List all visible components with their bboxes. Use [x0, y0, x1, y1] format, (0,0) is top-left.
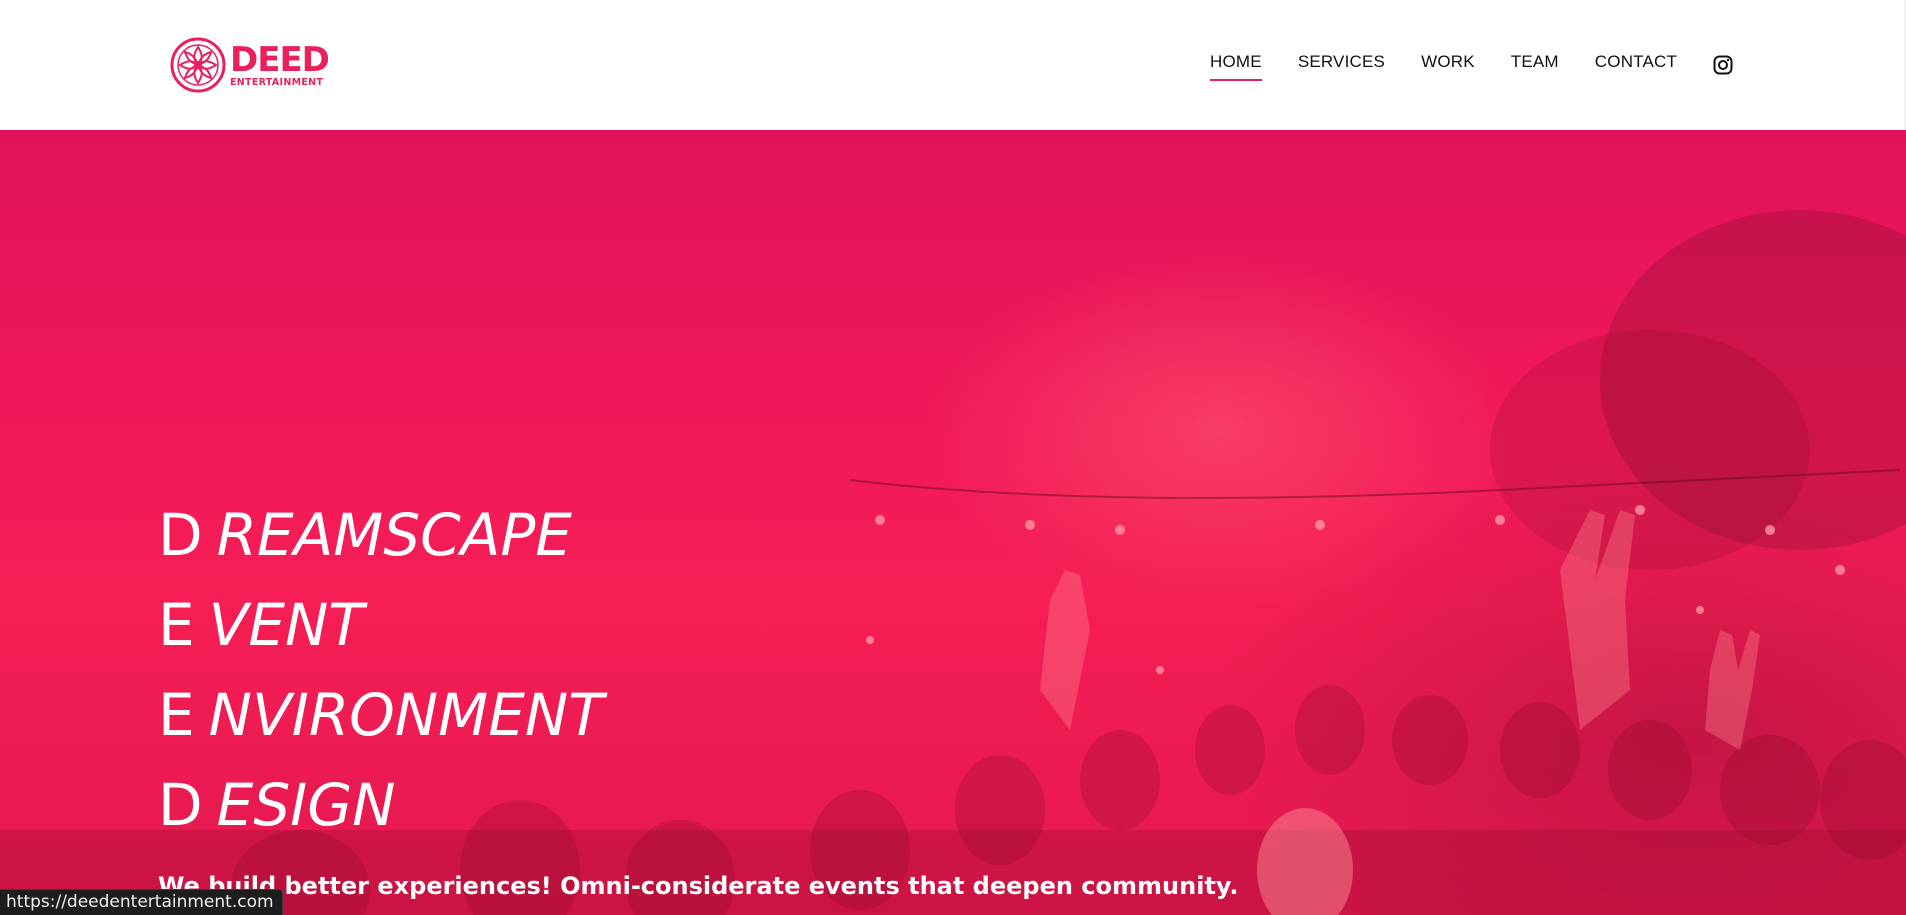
hero-section: D REAMSCAPE E VENT E NVIRONMENT D ESIGN We b…: [0, 130, 1906, 915]
brand-subtitle: ENTERTAINMENT: [230, 76, 324, 88]
site-header: DEED ENTERTAINMENT HOME SERVICES WORK TE…: [0, 0, 1904, 130]
acronym-word: ESIGN: [216, 771, 396, 839]
acronym-initial: D: [158, 771, 203, 839]
acronym-line: D REAMSCAPE: [158, 490, 604, 580]
acronym-line: D ESIGN: [158, 760, 604, 850]
nav-home[interactable]: HOME: [1210, 52, 1262, 81]
hero-tagline: We build better experiences! Omni-consid…: [158, 872, 1239, 900]
mandala-logo-icon: [170, 37, 226, 93]
nav-services[interactable]: SERVICES: [1298, 52, 1385, 72]
instagram-icon[interactable]: [1713, 55, 1733, 75]
nav-team[interactable]: TEAM: [1511, 52, 1559, 72]
nav-contact[interactable]: CONTACT: [1595, 52, 1677, 72]
acronym-word: NVIRONMENT: [208, 681, 604, 749]
acronym-lines: D REAMSCAPE E VENT E NVIRONMENT D ESIGN: [158, 490, 604, 850]
acronym-line: E VENT: [158, 580, 604, 670]
brand-logo[interactable]: DEED ENTERTAINMENT: [170, 36, 330, 94]
main-nav: HOME SERVICES WORK TEAM CONTACT: [1210, 52, 1713, 81]
brand-wordmark: DEED ENTERTAINMENT: [230, 39, 330, 88]
brand-name: DEED: [230, 39, 330, 80]
acronym-line: E NVIRONMENT: [158, 670, 604, 760]
acronym-initial: D: [158, 501, 203, 569]
nav-work[interactable]: WORK: [1421, 52, 1475, 72]
acronym-initial: E: [158, 681, 195, 749]
link-status-bar: https://deedentertainment.com: [0, 889, 283, 915]
acronym-word: VENT: [208, 591, 364, 659]
acronym-initial: E: [158, 591, 195, 659]
acronym-word: REAMSCAPE: [216, 501, 572, 569]
